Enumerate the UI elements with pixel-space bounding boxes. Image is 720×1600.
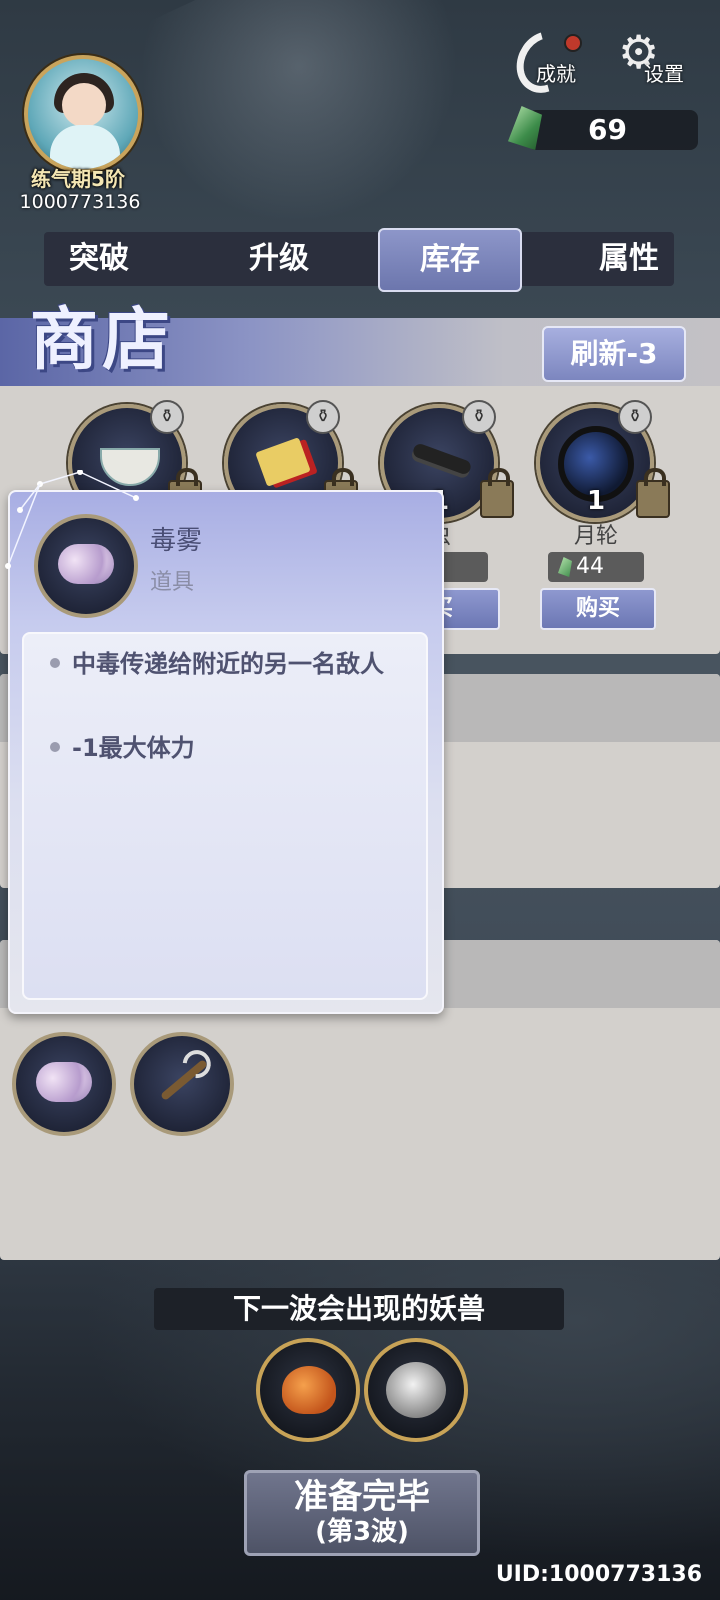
buy-button[interactable]: 购买 bbox=[540, 588, 656, 630]
scroll-icon bbox=[255, 437, 311, 487]
tooltip-description: 中毒传递给附近的另一名敌人 -1最大体力 bbox=[22, 632, 428, 1000]
gourd-icon: ⚱ bbox=[306, 400, 340, 434]
centipede-icon bbox=[411, 442, 473, 476]
settings-label: 设置 bbox=[644, 62, 684, 86]
bullet-icon bbox=[50, 742, 60, 752]
achievements-label: 成就 bbox=[536, 62, 576, 86]
player-profile[interactable]: 练气期5阶 1000773136 bbox=[18, 55, 142, 215]
effect-text: 中毒传递给附近的另一名敌人 bbox=[72, 650, 384, 678]
settings-button[interactable]: ⚙ 设置 bbox=[618, 28, 698, 88]
avatar-face bbox=[62, 83, 106, 127]
gourd-icon: ⚱ bbox=[462, 400, 496, 434]
tooltip-effect-line: -1最大体力 bbox=[38, 728, 418, 768]
tab-inventory[interactable]: 库存 bbox=[378, 228, 522, 292]
cultivation-rank: 练气期5阶 bbox=[31, 167, 125, 191]
ready-button[interactable]: 准备完毕 (第3波) bbox=[244, 1470, 480, 1556]
inventory-slot-claw[interactable] bbox=[130, 1032, 234, 1136]
beast-slot-monkey[interactable] bbox=[364, 1338, 468, 1442]
beast-slot-fox[interactable] bbox=[256, 1338, 360, 1442]
item-price: 44 bbox=[548, 552, 644, 582]
poison-fog-icon bbox=[58, 544, 114, 584]
footer-uid: UID:1000773136 bbox=[495, 1562, 702, 1587]
next-wave-title: 下一波会出现的妖兽 bbox=[154, 1288, 564, 1330]
bowl-icon bbox=[100, 448, 160, 486]
effect-text: -1最大体力 bbox=[72, 734, 195, 762]
tooltip-item-type: 道具 bbox=[150, 570, 195, 595]
player-id: 1000773136 bbox=[19, 191, 141, 213]
jade-gem-icon bbox=[558, 557, 572, 577]
main-tabs: 突破 升级 库存 属性 bbox=[44, 228, 674, 292]
claw-weapon-icon bbox=[159, 1058, 209, 1102]
tab-upgrade[interactable]: 升级 bbox=[224, 232, 334, 286]
item-count: 1 bbox=[586, 486, 606, 516]
tab-attributes[interactable]: 属性 bbox=[584, 232, 674, 286]
tooltip-item-orb bbox=[34, 514, 138, 618]
gourd-icon: ⚱ bbox=[150, 400, 184, 434]
inventory-slot-poison-fog[interactable] bbox=[12, 1032, 116, 1136]
tab-breakthrough[interactable]: 突破 bbox=[54, 232, 144, 286]
poison-fog-icon bbox=[36, 1062, 92, 1102]
item-name: 月轮 bbox=[573, 524, 618, 549]
fox-beast-icon bbox=[282, 1366, 336, 1414]
achievements-button[interactable]: 成就 bbox=[505, 20, 592, 104]
monkey-beast-icon bbox=[386, 1362, 446, 1418]
item-tooltip: 毒雾 道具 中毒传递给附近的另一名敌人 -1最大体力 bbox=[8, 490, 444, 1014]
avatar[interactable] bbox=[24, 55, 142, 173]
price-value: 44 bbox=[576, 554, 604, 579]
notification-dot bbox=[564, 34, 582, 52]
refresh-button[interactable]: 刷新-3 bbox=[542, 326, 686, 382]
wave-number: (第3波) bbox=[315, 1517, 409, 1547]
ready-label: 准备完毕 bbox=[294, 1477, 430, 1517]
tooltip-item-name: 毒雾 bbox=[150, 526, 203, 556]
tooltip-effect-line: 中毒传递给附近的另一名敌人 bbox=[38, 644, 418, 684]
currency-value: 69 bbox=[588, 113, 627, 146]
bullet-icon bbox=[50, 658, 60, 668]
currency-display: 69 bbox=[528, 110, 698, 150]
gourd-icon: ⚱ bbox=[618, 400, 652, 434]
shop-title: 商店 bbox=[30, 300, 175, 380]
